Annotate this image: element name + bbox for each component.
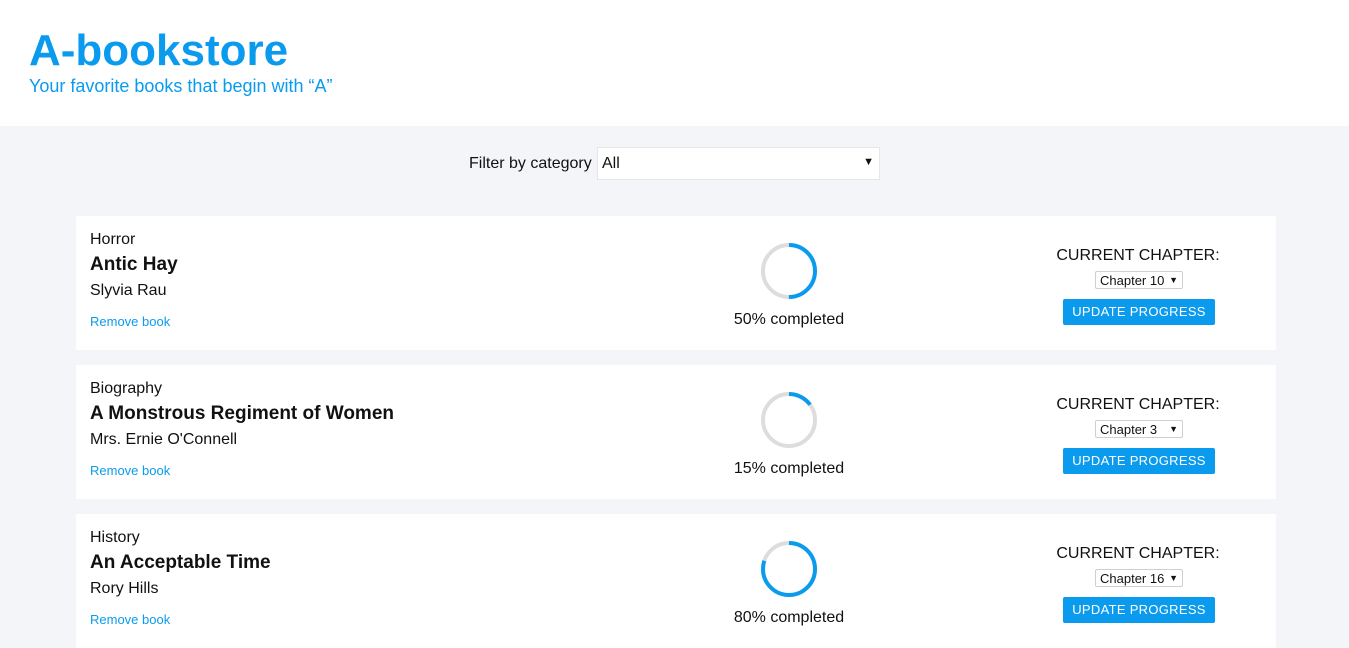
chapter-select[interactable]: Chapter 10 ▼ xyxy=(1095,271,1183,289)
book-author: Slyvia Rau xyxy=(90,282,167,299)
chapter-select[interactable]: Chapter 16 ▼ xyxy=(1095,569,1183,587)
category-select[interactable]: All ▼ xyxy=(597,147,880,180)
current-chapter-label: CURRENT CHAPTER: xyxy=(1056,247,1220,264)
chapter-select-value: Chapter 3 xyxy=(1100,422,1158,437)
book-card: Horror Antic Hay Slyvia Rau Remove book … xyxy=(76,216,1276,350)
update-progress-button[interactable]: UPDATE PROGRESS xyxy=(1063,597,1215,623)
book-category: History xyxy=(90,529,140,546)
chapter-select-value: Chapter 16 xyxy=(1100,571,1165,586)
remove-book-button[interactable]: Remove book xyxy=(90,314,170,330)
progress-text: 50% completed xyxy=(733,311,845,328)
book-title: Antic Hay xyxy=(90,254,178,275)
chevron-down-icon: ▼ xyxy=(863,156,874,168)
site-header: A-bookstore Your favorite books that beg… xyxy=(0,0,1349,126)
update-progress-button[interactable]: UPDATE PROGRESS xyxy=(1063,299,1215,325)
category-select-value: All xyxy=(602,155,620,172)
current-chapter-label: CURRENT CHAPTER: xyxy=(1056,396,1220,413)
remove-book-button[interactable]: Remove book xyxy=(90,463,170,479)
site-title[interactable]: A-bookstore xyxy=(29,26,288,76)
book-category: Biography xyxy=(90,380,163,397)
current-chapter-label: CURRENT CHAPTER: xyxy=(1056,545,1220,562)
book-card: Biography A Monstrous Regiment of Women … xyxy=(76,365,1276,499)
book-category: Horror xyxy=(90,231,136,248)
chevron-down-icon: ▼ xyxy=(1169,275,1178,285)
remove-book-button[interactable]: Remove book xyxy=(90,612,170,628)
book-author: Rory Hills xyxy=(90,580,159,597)
category-filter: Filter by category All ▼ xyxy=(0,146,1349,182)
chevron-down-icon: ▼ xyxy=(1169,573,1178,583)
book-title: A Monstrous Regiment of Women xyxy=(90,403,394,424)
book-card: History An Acceptable Time Rory Hills Re… xyxy=(76,514,1276,648)
site-tagline: Your favorite books that begin with “A” xyxy=(29,76,333,96)
chapter-select-value: Chapter 10 xyxy=(1100,273,1165,288)
update-progress-button[interactable]: UPDATE PROGRESS xyxy=(1063,448,1215,474)
progress-ring xyxy=(761,392,817,448)
book-title: An Acceptable Time xyxy=(90,552,271,573)
chapter-select[interactable]: Chapter 3 ▼ xyxy=(1095,420,1183,438)
filter-label: Filter by category xyxy=(469,155,592,172)
chevron-down-icon: ▼ xyxy=(1169,424,1178,434)
book-author: Mrs. Ernie O'Connell xyxy=(90,431,238,448)
progress-ring xyxy=(761,541,817,597)
progress-text: 80% completed xyxy=(733,609,845,626)
progress-ring xyxy=(761,243,817,299)
progress-text: 15% completed xyxy=(733,460,845,477)
